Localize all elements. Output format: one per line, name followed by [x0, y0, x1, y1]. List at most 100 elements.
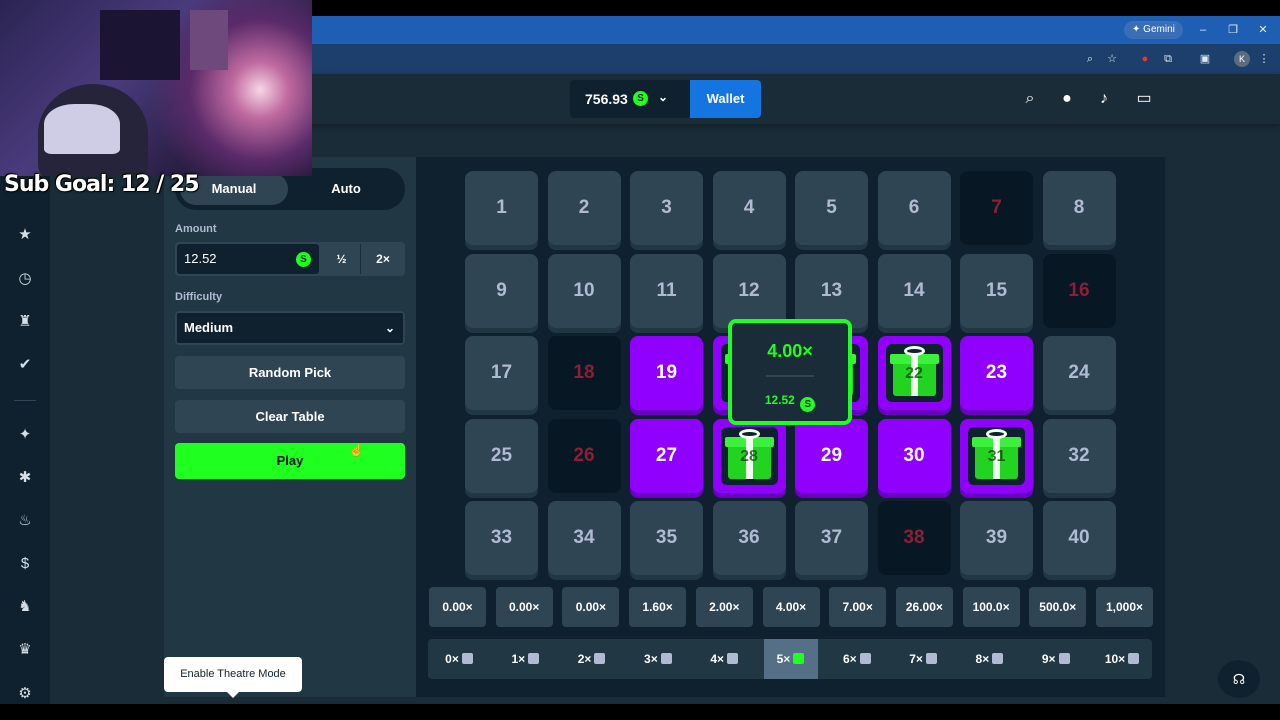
hit-count-cell: 2×	[565, 639, 619, 679]
tile-11[interactable]: 11	[630, 253, 703, 328]
tile-27[interactable]: 27	[630, 418, 703, 493]
profile-avatar[interactable]: K	[1234, 51, 1250, 67]
hot-fire-icon[interactable]: ♨	[13, 509, 37, 533]
tile-13[interactable]: 13	[795, 253, 868, 328]
tile-40[interactable]: 40	[1042, 501, 1116, 575]
amount-input[interactable]: 12.52 S	[177, 244, 319, 274]
tile-10[interactable]: 10	[547, 253, 621, 328]
tile-35[interactable]: 35	[630, 501, 703, 575]
tile-1[interactable]: 1	[465, 171, 538, 245]
win-multiplier: 4.00×	[767, 341, 813, 361]
wallet-button[interactable]: Wallet	[690, 80, 761, 118]
play-button[interactable]: Play	[175, 443, 405, 479]
tile-30[interactable]: 30	[877, 418, 951, 493]
payout-cell: 0.00×	[495, 587, 553, 627]
balance-dropdown[interactable]: 756.93 S ⌄	[570, 80, 690, 118]
tile-number: 2	[578, 197, 590, 218]
tile-19[interactable]: 19	[630, 336, 703, 410]
clear-table-button[interactable]: Clear Table	[175, 400, 405, 433]
browser-menu-icon[interactable]: ⋮	[1256, 51, 1272, 67]
gem-square-icon	[793, 653, 805, 664]
tile-26[interactable]: 26	[547, 418, 621, 493]
tile-25[interactable]: 25	[465, 418, 538, 493]
tile-18[interactable]: 18	[547, 336, 621, 410]
payout-cell: 0.00×	[429, 587, 486, 627]
amount-value: 12.52	[184, 251, 217, 266]
tile-28[interactable]: 28	[712, 418, 786, 493]
hit-count-label: 10×	[1104, 652, 1126, 666]
search-icon[interactable]: ⌕	[1018, 87, 1042, 111]
hit-count-label: 5×	[776, 652, 791, 666]
tile-36[interactable]: 36	[712, 501, 786, 575]
hit-count-label: 1×	[511, 652, 526, 666]
hit-count-cell: 1×	[498, 639, 552, 679]
extensions-puzzle-icon[interactable]: ⧉	[1160, 51, 1176, 67]
gift-icon: 28	[720, 426, 778, 485]
tile-17[interactable]: 17	[465, 336, 538, 410]
live-casino-icon[interactable]: ♞	[13, 595, 37, 619]
difficulty-select[interactable]: Medium ⌄	[175, 311, 405, 345]
slots-icon[interactable]: $	[13, 552, 37, 576]
extension-red-icon[interactable]: ●	[1137, 51, 1153, 67]
tile-22[interactable]: 22	[877, 336, 951, 410]
theatre-mode-tooltip: Enable Theatre Mode	[164, 657, 302, 698]
restore-icon[interactable]: ❐	[1223, 20, 1243, 40]
challenges-icon[interactable]: ♜	[13, 310, 37, 334]
tile-5[interactable]: 5	[795, 171, 868, 245]
game-shows-crown-icon[interactable]: ♛	[13, 638, 37, 662]
tile-23[interactable]: 23	[960, 336, 1033, 410]
gem-square-icon	[461, 653, 473, 664]
gem-square-icon	[925, 653, 937, 664]
recent-clock-icon[interactable]: ◷	[13, 267, 37, 291]
tile-24[interactable]: 24	[1042, 336, 1116, 410]
minimize-icon[interactable]: –	[1193, 20, 1213, 40]
tile-9[interactable]: 9	[465, 253, 538, 328]
hit-count-label: 6×	[842, 652, 857, 666]
tile-15[interactable]: 15	[960, 253, 1033, 328]
tile-number: 7	[991, 197, 1002, 218]
gemini-button[interactable]: ✦ Gemini	[1124, 21, 1183, 39]
user-icon[interactable]: ●	[1055, 87, 1079, 111]
tile-6[interactable]: 6	[877, 171, 951, 245]
close-window-icon[interactable]: ✕	[1253, 20, 1273, 40]
tile-32[interactable]: 32	[1042, 418, 1116, 493]
tile-4[interactable]: 4	[712, 171, 786, 245]
double-bet-button[interactable]: 2×	[363, 244, 403, 274]
tile-3[interactable]: 3	[630, 171, 703, 245]
tile-14[interactable]: 14	[877, 253, 951, 328]
bookmark-star-icon[interactable]: ☆	[1104, 51, 1120, 67]
tile-7[interactable]: 7	[960, 171, 1033, 245]
half-bet-button[interactable]: ½	[323, 244, 361, 274]
favourites-star-icon[interactable]: ★	[13, 223, 37, 247]
hit-count-label: 2×	[577, 652, 592, 666]
gift-icon: 31	[968, 426, 1025, 485]
tile-29[interactable]: 29	[795, 418, 868, 493]
zoom-icon[interactable]: ⌕	[1082, 51, 1098, 67]
side-panel-icon[interactable]: ▣	[1197, 51, 1213, 67]
random-pick-button[interactable]: Random Pick	[175, 356, 405, 389]
tile-37[interactable]: 37	[795, 501, 868, 575]
chat-icon[interactable]: ▭	[1132, 87, 1156, 111]
tile-16[interactable]: 16	[1042, 253, 1116, 328]
payout-cell: 7.00×	[829, 587, 887, 627]
settings-icon[interactable]: ⚙	[13, 682, 37, 706]
tile-38[interactable]: 38	[877, 501, 951, 575]
tile-12[interactable]: 12	[712, 253, 786, 328]
win-payout: 12.52 S	[732, 393, 848, 412]
bets-ticket-icon[interactable]: ✔	[13, 353, 37, 377]
tile-31[interactable]: 31	[960, 418, 1033, 493]
tile-39[interactable]: 39	[960, 501, 1033, 575]
tile-33[interactable]: 33	[465, 501, 538, 575]
hit-count-cell: 6×	[830, 639, 884, 679]
tab-auto[interactable]: Auto	[292, 173, 400, 205]
notifications-bell-icon[interactable]: ♪	[1092, 87, 1116, 111]
originals-sparkle-icon[interactable]: ✦	[13, 423, 37, 447]
tile-number: 26	[573, 444, 595, 466]
tile-34[interactable]: 34	[547, 501, 621, 575]
tile-2[interactable]: 2	[547, 171, 621, 245]
support-headset-icon[interactable]: ☊	[1218, 660, 1260, 698]
exclusives-icon[interactable]: ✱	[13, 466, 37, 490]
tile-number: 23	[985, 362, 1008, 383]
tile-8[interactable]: 8	[1042, 171, 1116, 245]
tile-number: 3	[661, 197, 672, 218]
